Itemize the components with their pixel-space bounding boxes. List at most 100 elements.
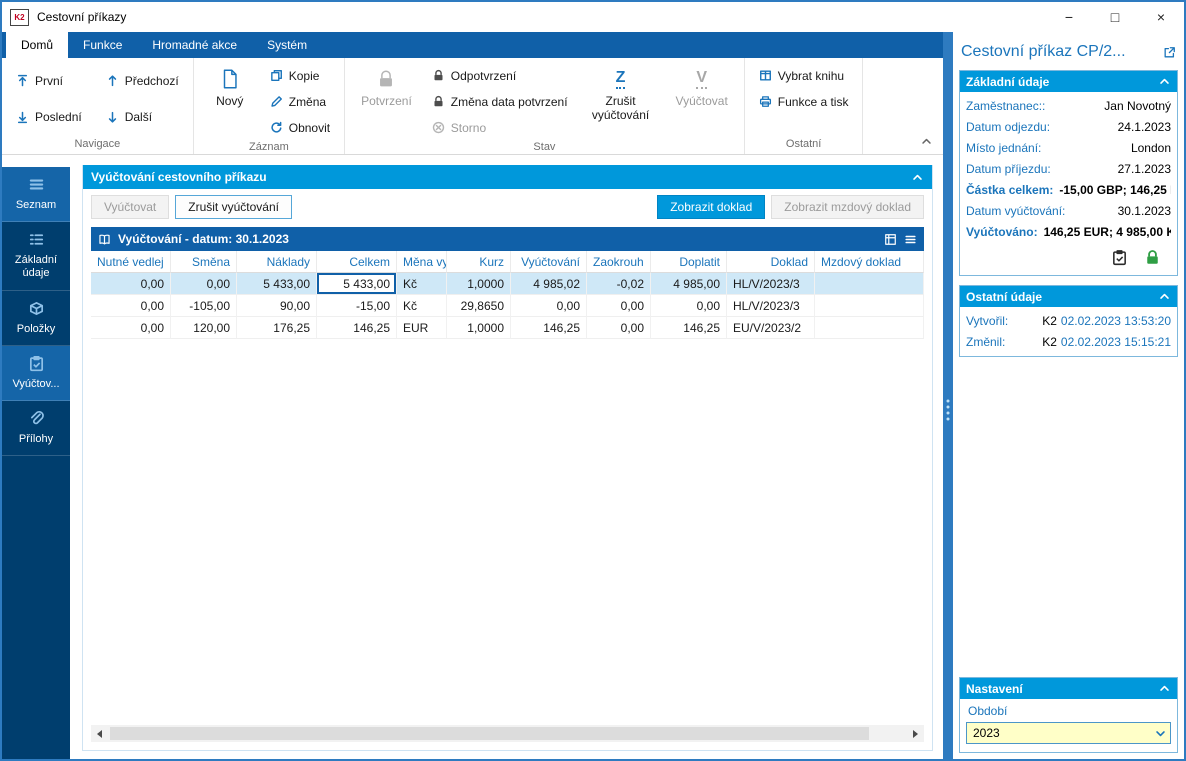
export-icon[interactable] <box>884 233 897 246</box>
table-cell[interactable]: 5 433,00 <box>237 273 317 295</box>
column-header[interactable]: Vyúčtování <box>511 251 587 273</box>
table-cell[interactable] <box>815 317 924 339</box>
table-cell[interactable]: 0,00 <box>651 295 727 317</box>
table-cell[interactable]: 1,0000 <box>447 273 511 295</box>
scrollbar-track[interactable] <box>108 725 907 742</box>
cancel-settlement-ribbon-button[interactable]: Z Zrušit vyúčtování <box>582 64 660 123</box>
table-cell[interactable]: 4 985,02 <box>511 273 587 295</box>
tab-system[interactable]: Systém <box>252 32 322 58</box>
column-header[interactable]: Doklad <box>727 251 815 273</box>
table-cell[interactable]: 176,25 <box>237 317 317 339</box>
table-cell[interactable]: 0,00 <box>91 273 171 295</box>
horizontal-scrollbar[interactable] <box>91 725 924 742</box>
open-in-window-icon[interactable] <box>1163 46 1176 59</box>
copy-button[interactable]: Kopie <box>266 64 334 87</box>
sidebar-item-seznam[interactable]: Seznam <box>2 167 70 222</box>
table-cell[interactable]: 0,00 <box>587 317 651 339</box>
sidebar-item-vyuctovani[interactable]: Vyúčtov... <box>2 346 70 401</box>
settle-button[interactable]: Vyúčtovat <box>91 195 169 219</box>
section-header-zakladni-udaje[interactable]: Základní údaje <box>960 71 1177 92</box>
table-cell[interactable]: HL/V/2023/3 <box>727 295 815 317</box>
sidebar-item-prilohy[interactable]: Přílohy <box>2 401 70 456</box>
new-record-button[interactable]: Nový <box>204 64 256 109</box>
scroll-left-icon[interactable] <box>91 725 108 742</box>
tab-hromadne-akce[interactable]: Hromadné akce <box>137 32 252 58</box>
table-row[interactable]: 0,00 120,00 176,25 146,25 EUR 1,0000 146… <box>91 317 924 339</box>
column-header[interactable]: Zaokrouh <box>587 251 651 273</box>
column-header[interactable]: Měna vy <box>397 251 447 273</box>
confirm-button[interactable]: Potvrzení <box>355 64 418 109</box>
table-cell[interactable]: 146,25 <box>511 317 587 339</box>
last-record-button[interactable]: Poslední <box>12 106 86 129</box>
previous-record-button[interactable]: Předchozí <box>102 69 183 92</box>
show-payroll-document-button[interactable]: Zobrazit mzdový doklad <box>771 195 924 219</box>
scroll-right-icon[interactable] <box>907 725 924 742</box>
refresh-button[interactable]: Obnovit <box>266 116 334 139</box>
unconfirm-button[interactable]: Odpotvrzení <box>428 64 572 87</box>
chevron-up-icon[interactable] <box>1158 75 1171 88</box>
table-cell[interactable]: -105,00 <box>171 295 237 317</box>
change-button[interactable]: Změna <box>266 90 334 113</box>
table-cell[interactable]: 146,25 <box>651 317 727 339</box>
table-cell[interactable]: 146,25 <box>317 317 397 339</box>
first-record-button[interactable]: První <box>12 69 86 92</box>
table-cell[interactable]: 0,00 <box>171 273 237 295</box>
period-combobox[interactable]: 2023 <box>966 722 1171 744</box>
table-cell[interactable]: 1,0000 <box>447 317 511 339</box>
table-cell[interactable]: 120,00 <box>171 317 237 339</box>
settle-ribbon-button[interactable]: V Vyúčtovat <box>670 64 734 109</box>
functions-print-button[interactable]: Funkce a tisk <box>755 90 853 113</box>
close-icon[interactable]: × <box>1138 2 1184 32</box>
sidebar-item-zakladni-udaje[interactable]: Základní údaje <box>2 222 70 290</box>
table-cell[interactable]: -0,02 <box>587 273 651 295</box>
table-cell[interactable]: EUR <box>397 317 447 339</box>
table-cell[interactable]: 29,8650 <box>447 295 511 317</box>
table-cell[interactable]: 0,00 <box>511 295 587 317</box>
column-header[interactable]: Nutné vedlej <box>91 251 171 273</box>
scrollbar-thumb[interactable] <box>110 727 869 740</box>
maximize-icon[interactable]: □ <box>1092 2 1138 32</box>
table-row[interactable]: 0,00 -105,00 90,00 -15,00 Kč 29,8650 0,0… <box>91 295 924 317</box>
panel-splitter[interactable] <box>943 32 953 759</box>
table-cell[interactable]: -15,00 <box>317 295 397 317</box>
table-cell[interactable]: EU/V/2023/2 <box>727 317 815 339</box>
chevron-up-icon[interactable] <box>1158 682 1171 695</box>
select-book-button[interactable]: Vybrat knihu <box>755 64 853 87</box>
table-cell[interactable]: 0,00 <box>91 295 171 317</box>
tab-domu[interactable]: Domů <box>6 32 68 58</box>
storno-button[interactable]: Storno <box>428 116 572 139</box>
next-record-button[interactable]: Další <box>102 106 183 129</box>
table-cell[interactable]: Kč <box>397 295 447 317</box>
column-header[interactable]: Náklady <box>237 251 317 273</box>
table-cell[interactable]: 0,00 <box>587 295 651 317</box>
column-header[interactable]: Mzdový doklad <box>815 251 924 273</box>
section-header-nastaveni[interactable]: Nastavení <box>960 678 1177 699</box>
clipboard-check-icon[interactable] <box>1111 249 1128 266</box>
column-header[interactable]: Směna <box>171 251 237 273</box>
table-cell[interactable]: Kč <box>397 273 447 295</box>
column-header[interactable]: Doplatit <box>651 251 727 273</box>
table-cell[interactable] <box>815 273 924 295</box>
table-cell[interactable] <box>815 295 924 317</box>
cancel-settlement-button[interactable]: Zrušit vyúčtování <box>175 195 292 219</box>
section-header-ostatni-udaje[interactable]: Ostatní údaje <box>960 286 1177 307</box>
table-cell[interactable]: HL/V/2023/3 <box>727 273 815 295</box>
table-cell[interactable]: 4 985,00 <box>651 273 727 295</box>
column-header[interactable]: Kurz <box>447 251 511 273</box>
change-confirm-date-button[interactable]: Změna data potvrzení <box>428 90 572 113</box>
tab-funkce[interactable]: Funkce <box>68 32 137 58</box>
minimize-icon[interactable]: − <box>1046 2 1092 32</box>
table-cell[interactable]: 90,00 <box>237 295 317 317</box>
table-row[interactable]: 0,00 0,00 5 433,00 5 433,00 Kč 1,0000 4 … <box>91 273 924 295</box>
grid-menu-icon[interactable] <box>904 233 917 246</box>
ribbon-collapse-button[interactable] <box>920 135 933 148</box>
book-icon <box>759 69 772 82</box>
sidebar-item-polozky[interactable]: Položky <box>2 291 70 346</box>
chevron-up-icon[interactable] <box>911 171 924 184</box>
show-document-button[interactable]: Zobrazit doklad <box>657 195 765 219</box>
chevron-up-icon[interactable] <box>1158 290 1171 303</box>
column-header[interactable]: Celkem <box>317 251 397 273</box>
table-cell[interactable]: 0,00 <box>91 317 171 339</box>
chevron-down-icon[interactable] <box>1150 723 1170 743</box>
table-cell-focused[interactable]: 5 433,00 <box>317 273 397 295</box>
